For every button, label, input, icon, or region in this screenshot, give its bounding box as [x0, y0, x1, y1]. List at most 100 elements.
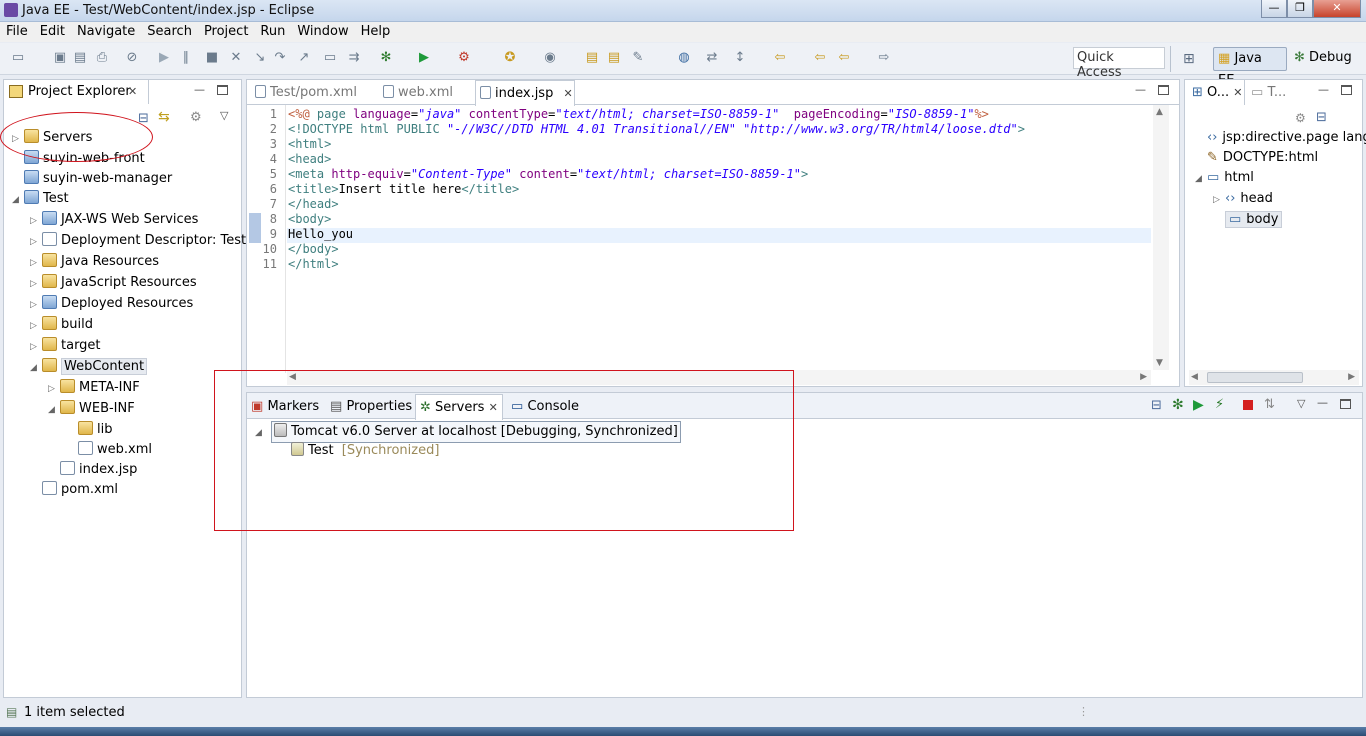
perspective-java-ee[interactable]: ▦ Java EE: [1213, 47, 1287, 88]
minimize-view-icon[interactable]: —: [194, 83, 205, 96]
menu-help[interactable]: Help: [355, 22, 397, 41]
expand-arrow[interactable]: ▷: [30, 274, 42, 294]
minimize-view-icon[interactable]: —: [1317, 396, 1328, 409]
maximize-editor-icon[interactable]: [1158, 85, 1169, 95]
expand-arrow[interactable]: ▷: [48, 379, 60, 399]
project-explorer-tab[interactable]: Project Explorer ✕: [4, 80, 149, 104]
project-tree-item[interactable]: suyin-web-manager: [4, 169, 241, 189]
save-all-icon[interactable]: ▤: [72, 50, 88, 66]
outline-item[interactable]: ✎ DOCTYPE:html: [1195, 148, 1363, 168]
open-task-icon[interactable]: ▤: [606, 50, 622, 66]
scroll-left-icon[interactable]: ◀: [1191, 372, 1198, 382]
menu-edit[interactable]: Edit: [34, 22, 71, 41]
minimize-editor-icon[interactable]: —: [1135, 83, 1146, 96]
project-tree-item[interactable]: ◢ Test: [4, 189, 241, 210]
new-server-icon[interactable]: ✪: [502, 50, 518, 66]
scroll-up-icon[interactable]: ▲: [1156, 107, 1163, 117]
scroll-thumb[interactable]: [1207, 372, 1303, 383]
step-into-icon[interactable]: ↘: [252, 50, 268, 66]
maximize-button[interactable]: ❐: [1287, 0, 1313, 18]
menu-file[interactable]: File: [0, 22, 34, 41]
maximize-view-icon[interactable]: [1341, 85, 1352, 95]
terminate-icon[interactable]: ■: [204, 50, 220, 66]
drop-to-frame-icon[interactable]: ▭: [322, 50, 338, 66]
menu-window[interactable]: Window: [291, 22, 354, 41]
maximize-view-icon[interactable]: [1340, 399, 1351, 409]
project-tree-item[interactable]: ◢ WebContent: [4, 357, 241, 378]
expand-arrow[interactable]: ◢: [12, 190, 24, 210]
expand-arrow[interactable]: ◢: [48, 400, 60, 420]
project-tree-item[interactable]: lib: [4, 420, 241, 440]
close-window-button[interactable]: ✕: [1313, 0, 1361, 18]
next-annotation-icon[interactable]: ⇄: [704, 50, 720, 66]
project-tree-item[interactable]: ▷ JavaScript Resources: [4, 273, 241, 294]
editor-tab-pom[interactable]: Test/pom.xml: [255, 83, 357, 103]
new-icon[interactable]: ▭: [10, 50, 26, 66]
project-tree-item[interactable]: index.jsp: [4, 460, 241, 480]
scroll-right-icon[interactable]: ▶: [1140, 372, 1147, 382]
outline-item[interactable]: ‹› jsp:directive.page lang: [1195, 128, 1366, 148]
close-tab-icon[interactable]: ✕: [563, 87, 572, 100]
editor-tab-webxml[interactable]: web.xml: [383, 83, 453, 103]
search-icon[interactable]: ✎: [630, 50, 646, 66]
outline-item[interactable]: ◢ ▭ html: [1195, 168, 1363, 189]
disconnect-icon[interactable]: ✕: [228, 50, 244, 66]
menu-run[interactable]: Run: [254, 22, 291, 41]
suspend-icon[interactable]: ∥: [178, 50, 194, 66]
expand-arrow[interactable]: ▷: [1213, 190, 1225, 210]
link-with-editor-icon[interactable]: ⇆: [158, 109, 170, 125]
project-tree-item[interactable]: ▷ Deployed Resources: [4, 294, 241, 315]
publish-icon[interactable]: ⇅: [1264, 397, 1275, 412]
project-tree-item[interactable]: ◢ WEB-INF: [4, 399, 241, 420]
outline-item[interactable]: ▭ body: [1195, 210, 1363, 230]
profile-server-icon[interactable]: ⚡: [1215, 397, 1224, 412]
close-tab-icon[interactable]: ✕: [1233, 86, 1242, 99]
last-edit-icon[interactable]: ⇦: [772, 50, 788, 66]
menu-project[interactable]: Project: [198, 22, 254, 41]
view-menu-icon[interactable]: ▽: [220, 109, 228, 122]
expand-arrow[interactable]: ◢: [1195, 169, 1207, 189]
project-tree-item[interactable]: ▷ Deployment Descriptor: Test: [4, 231, 246, 252]
back-arrow-icon[interactable]: ⇦: [836, 50, 852, 66]
code-editor-text[interactable]: <%@ page language="java" contentType="te…: [288, 107, 1025, 272]
expand-arrow[interactable]: ▷: [30, 316, 42, 336]
project-tree-item[interactable]: ▷ JAX-WS Web Services: [4, 210, 241, 231]
filter-icon[interactable]: ⚙: [190, 110, 202, 125]
project-tree-item[interactable]: pom.xml: [4, 480, 241, 500]
outline-horizontal-scrollbar[interactable]: ◀ ▶: [1189, 370, 1359, 385]
resume-icon[interactable]: ▶: [156, 50, 172, 66]
start-server-icon[interactable]: ▶: [1193, 397, 1204, 413]
print-icon[interactable]: ⎙: [94, 50, 110, 66]
minimize-button[interactable]: —: [1261, 0, 1287, 18]
expand-arrow[interactable]: ▷: [30, 253, 42, 273]
stop-server-icon[interactable]: [1243, 400, 1253, 410]
project-tree-item[interactable]: web.xml: [4, 440, 241, 460]
expand-arrow[interactable]: ◢: [30, 358, 42, 378]
project-tree-item[interactable]: ▷ build: [4, 315, 241, 336]
globe-icon[interactable]: ◍: [676, 50, 692, 66]
project-tree-item[interactable]: ▷ Java Resources: [4, 252, 241, 273]
expand-arrow[interactable]: ▷: [30, 232, 42, 252]
scroll-right-icon[interactable]: ▶: [1348, 372, 1355, 382]
open-type-icon[interactable]: ▤: [584, 50, 600, 66]
expand-arrow[interactable]: ▷: [30, 295, 42, 315]
expand-arrow[interactable]: ▷: [30, 337, 42, 357]
editor-vertical-scrollbar[interactable]: ▲ ▼: [1153, 105, 1169, 370]
debug-server-icon[interactable]: ✻: [1172, 397, 1184, 413]
prev-annotation-icon[interactable]: ↕: [732, 50, 748, 66]
quick-access-input[interactable]: Quick Access: [1073, 47, 1165, 80]
collapse-all-icon[interactable]: ⊟: [1316, 110, 1327, 125]
perspective-debug[interactable]: ✻ Debug: [1290, 47, 1356, 71]
maximize-view-icon[interactable]: [217, 85, 228, 95]
outline-item[interactable]: ▷ ‹› head: [1195, 189, 1363, 210]
project-tree-item[interactable]: ▷ META-INF: [4, 378, 241, 399]
save-icon[interactable]: ▣: [52, 50, 68, 66]
external-tools-icon[interactable]: ⚙: [456, 50, 472, 66]
editor-tab-index[interactable]: index.jsp ✕: [475, 80, 575, 106]
step-return-icon[interactable]: ↗: [296, 50, 312, 66]
outline-tab[interactable]: ⊞ O... ✕: [1187, 80, 1245, 105]
outline-filter-icon[interactable]: ⚙: [1295, 111, 1306, 125]
close-tab-icon[interactable]: ✕: [128, 85, 137, 98]
menu-search[interactable]: Search: [141, 22, 198, 41]
new-java-class-icon[interactable]: ◉: [542, 50, 558, 66]
